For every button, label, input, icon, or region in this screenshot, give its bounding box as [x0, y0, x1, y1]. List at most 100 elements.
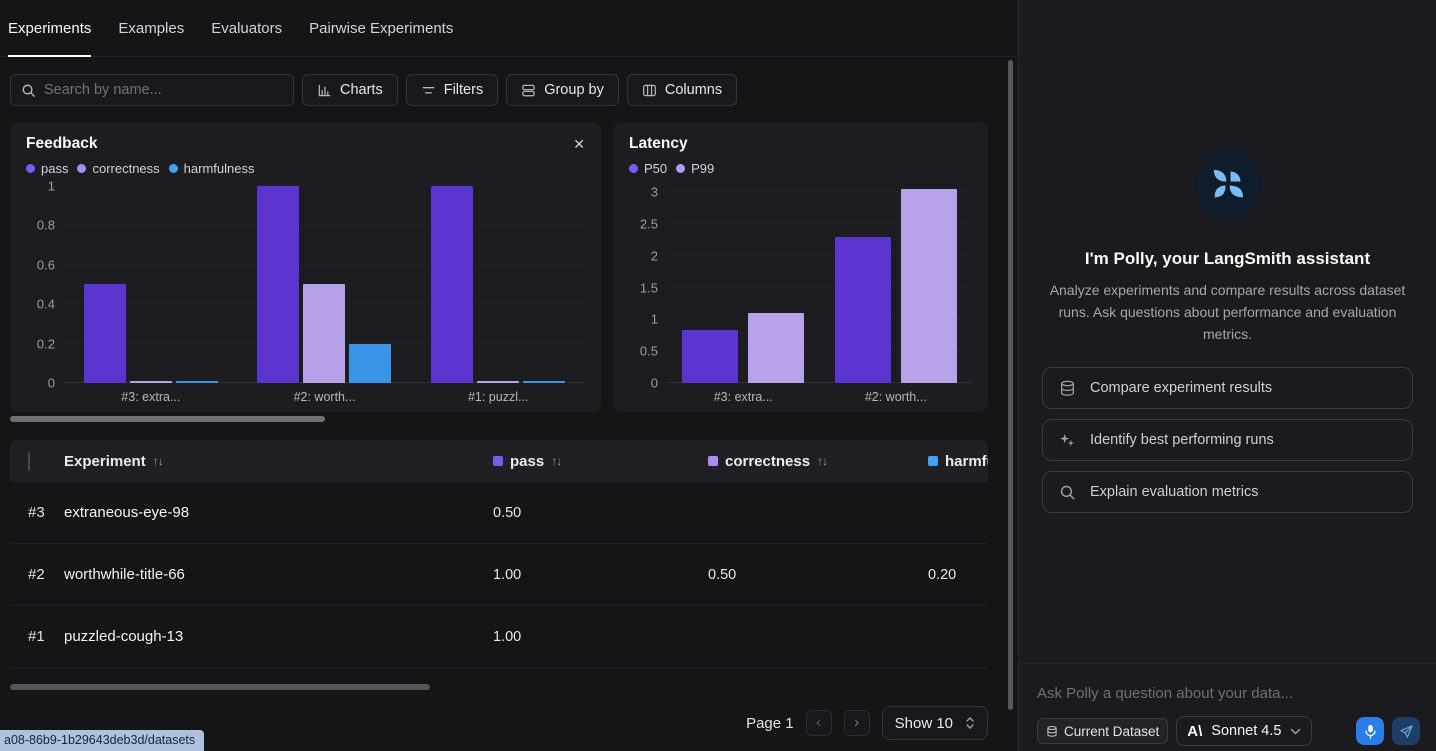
y-axis-tick: 1 [651, 312, 658, 327]
column-header-harmfulness[interactable]: harmfulness [945, 453, 988, 470]
bar-group [431, 186, 565, 383]
anthropic-logo-icon: A\ [1187, 723, 1202, 740]
legend-item-correctness[interactable]: correctness [77, 161, 159, 176]
latency-chart-card: Latency P50P99 00.511.522.53#3: extra...… [613, 122, 988, 412]
tab-experiments[interactable]: Experiments [8, 0, 91, 56]
y-axis-tick: 0.6 [37, 257, 55, 272]
microphone-icon [1364, 724, 1377, 739]
group-by-button[interactable]: Group by [506, 74, 619, 106]
sort-icon[interactable]: ↑↓ [817, 454, 827, 468]
page-size-select[interactable]: Show 10 [882, 706, 988, 740]
bar-P99[interactable] [748, 313, 804, 383]
suggestion-explain-metrics[interactable]: Explain evaluation metrics [1042, 471, 1413, 513]
bar-correctness[interactable] [477, 381, 519, 383]
bar-correctness[interactable] [130, 381, 172, 383]
database-icon [1046, 725, 1058, 738]
feedback-bar-chart: 00.20.40.60.81#3: extra...#2: worth...#1… [26, 186, 585, 404]
microphone-button[interactable] [1356, 717, 1384, 745]
suggestion-best-runs[interactable]: Identify best performing runs [1042, 419, 1413, 461]
legend-item-P99[interactable]: P99 [676, 161, 714, 176]
correctness-color-marker [708, 456, 718, 466]
legend-dot [629, 164, 638, 173]
bar-chart-icon [317, 83, 332, 98]
legend-item-pass[interactable]: pass [26, 161, 68, 176]
experiment-name[interactable]: puzzled-cough-13 [64, 628, 493, 645]
table-horizontal-scrollbar[interactable] [10, 684, 430, 690]
experiment-name[interactable]: extraneous-eye-98 [64, 504, 493, 521]
filter-lines-icon [421, 83, 436, 98]
y-axis-tick: 2 [651, 248, 658, 263]
suggestion-compare-results[interactable]: Compare experiment results [1042, 367, 1413, 409]
search-icon [1059, 484, 1076, 501]
row-rank: #3 [10, 504, 64, 521]
langsmith-logo [1194, 150, 1262, 218]
previous-page-button[interactable]: ‹ [806, 710, 832, 736]
column-header-correctness[interactable]: correctness [725, 453, 810, 470]
bar-group [84, 284, 218, 383]
column-header-experiment[interactable]: Experiment [64, 453, 146, 470]
legend-dot [676, 164, 685, 173]
assistant-panel: I'm Polly, your LangSmith assistant Anal… [1018, 0, 1436, 751]
charts-button[interactable]: Charts [302, 74, 398, 106]
group-icon [521, 83, 536, 98]
chart-title: Feedback [26, 135, 98, 153]
next-page-button[interactable]: › [844, 710, 870, 736]
bar-pass[interactable] [431, 186, 473, 383]
chevron-down-icon [1290, 728, 1301, 735]
updown-chevrons-icon [965, 716, 975, 730]
bar-harmfulness[interactable] [349, 344, 391, 383]
current-dataset-chip[interactable]: Current Dataset [1037, 718, 1168, 744]
close-icon[interactable]: ✕ [573, 137, 585, 151]
table-row[interactable]: #1 puzzled-cough-13 1.00 [10, 606, 988, 668]
bar-pass[interactable] [84, 284, 126, 383]
y-axis: 00.511.522.53 [629, 186, 667, 383]
assistant-description: Analyze experiments and compare results … [1042, 279, 1414, 345]
harmfulness-value: 0.20 [928, 567, 988, 583]
send-button[interactable] [1392, 717, 1420, 745]
feedback-chart-card: Feedback ✕ pass correctness harmfulness 00… [10, 122, 601, 412]
legend-dot [26, 164, 35, 173]
bar-P50[interactable] [835, 237, 891, 383]
table-row[interactable]: #3 extraneous-eye-98 0.50 [10, 482, 988, 544]
tab-evaluators[interactable]: Evaluators [211, 0, 282, 56]
bar-P50[interactable] [682, 330, 738, 383]
search-input[interactable] [44, 82, 283, 98]
column-header-pass[interactable]: pass [510, 453, 544, 470]
experiment-name[interactable]: worthwhile-title-66 [64, 566, 493, 583]
sort-icon[interactable]: ↑↓ [551, 454, 561, 468]
x-axis-label: #3: extra... [667, 390, 820, 404]
tab-bar: Experiments Examples Evaluators Pairwise… [0, 0, 1018, 57]
x-axis-label: #2: worth... [820, 390, 973, 404]
bar-harmfulness[interactable] [176, 381, 218, 383]
legend-dot [169, 164, 178, 173]
sparkles-icon [1059, 432, 1076, 449]
columns-button[interactable]: Columns [627, 74, 737, 106]
y-axis-tick: 0.2 [37, 336, 55, 351]
table-row[interactable]: #2 worthwhile-title-66 1.00 0.50 0.20 [10, 544, 988, 606]
sort-icon[interactable]: ↑↓ [153, 454, 163, 468]
x-axis-label: #2: worth... [238, 390, 412, 404]
search-box[interactable] [10, 74, 294, 106]
legend-item-harmfulness[interactable]: harmfulness [169, 161, 255, 176]
pass-value: 1.00 [493, 629, 708, 645]
filters-button[interactable]: Filters [406, 74, 498, 106]
search-icon [21, 83, 36, 98]
bar-correctness[interactable] [303, 284, 345, 383]
select-all-checkbox[interactable] [28, 452, 30, 471]
legend-dot [77, 164, 86, 173]
table-header-row: Experiment ↑↓ pass ↑↓ correctness ↑↓ har… [10, 440, 988, 482]
y-axis-tick: 2.5 [640, 217, 658, 232]
legend-item-P50[interactable]: P50 [629, 161, 667, 176]
harmfulness-color-marker [928, 456, 938, 466]
assistant-message-input[interactable] [1037, 685, 1420, 702]
plot-area [667, 186, 972, 383]
x-axis-label: #1: puzzl... [411, 390, 585, 404]
bar-pass[interactable] [257, 186, 299, 383]
tab-examples[interactable]: Examples [118, 0, 184, 56]
vertical-scrollbar[interactable] [1008, 60, 1013, 710]
tab-pairwise-experiments[interactable]: Pairwise Experiments [309, 0, 453, 56]
model-select[interactable]: A\ Sonnet 4.5 [1176, 716, 1312, 746]
bar-harmfulness[interactable] [523, 381, 565, 383]
charts-horizontal-scrollbar[interactable] [10, 416, 325, 422]
bar-P99[interactable] [901, 189, 957, 383]
